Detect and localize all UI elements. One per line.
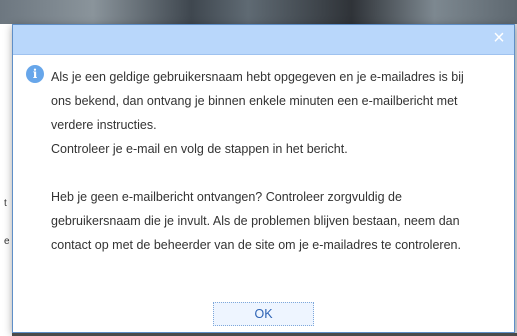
- close-button[interactable]: ×: [488, 27, 510, 49]
- background-text-fragment: t: [4, 198, 7, 209]
- close-icon: ×: [493, 27, 505, 49]
- message-line: Heb je geen e-mailbericht ontvangen? Con…: [51, 190, 402, 204]
- message-line: Controleer je e-mail en volg de stappen …: [51, 142, 348, 156]
- dialog-message: Als je een geldige gebruikersnaam hebt o…: [51, 65, 505, 257]
- message-line: ons bekend, dan ontvang je binnen enkele…: [51, 94, 458, 108]
- background-text-fragment: e: [4, 236, 10, 247]
- ok-button[interactable]: OK: [213, 302, 314, 326]
- background-banner: [0, 0, 517, 24]
- dialog-titlebar: ×: [13, 25, 514, 55]
- message-line: Als je een geldige gebruikersnaam hebt o…: [51, 70, 464, 84]
- info-icon: i: [26, 65, 44, 83]
- information-dialog: × i Als je een geldige gebruikersnaam he…: [12, 24, 515, 333]
- message-line: gebruikersnaam die je invult. Als de pro…: [51, 214, 460, 228]
- message-line: verdere instructies.: [51, 118, 157, 132]
- message-line: contact op met de beheerder van de site …: [51, 238, 461, 252]
